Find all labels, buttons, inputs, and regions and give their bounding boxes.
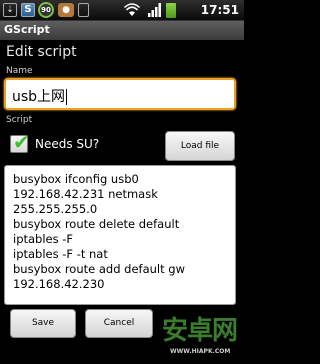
cancel-button[interactable]: Cancel (85, 309, 153, 338)
script-line: 192.168.42.230 (13, 277, 105, 291)
watermark-logo-text: 安卓网 (162, 316, 238, 346)
script-line: iptables -F -t nat (13, 247, 108, 261)
name-input[interactable]: usb上网 (4, 78, 236, 110)
device-icon (78, 3, 89, 17)
status-bar: ⇣ S 90 ● 17:51 (0, 0, 244, 21)
hiapk-watermark-logo: 安卓网 WWW.HIAPK.COM (160, 310, 240, 360)
page-title: Edit script (6, 44, 77, 60)
watermark-url: WWW.HIAPK.COM (170, 348, 231, 355)
needs-su-checkbox[interactable]: ✔ (10, 131, 30, 153)
script-line: 255.255.255.0 (13, 202, 98, 216)
name-label: Name (6, 66, 33, 76)
script-line: busybox route add default gw (13, 262, 185, 276)
status-time: 17:51 (200, 3, 239, 17)
cat-app-icon: ● (58, 3, 74, 17)
text-cursor (66, 89, 68, 105)
script-label: Script (6, 115, 33, 125)
script-line: iptables -F (13, 232, 74, 246)
checkmark-icon: ✔ (13, 130, 30, 154)
usb-icon: ⇣ (3, 3, 17, 17)
notification-count-icon: 90 (38, 2, 54, 18)
script-textarea[interactable]: busybox ifconfig usb0 192.168.42.231 net… (4, 165, 236, 305)
battery-icon (166, 3, 176, 18)
needs-su-label[interactable]: Needs SU? (35, 137, 99, 151)
s-app-icon: S (21, 3, 35, 17)
script-line: busybox ifconfig usb0 (13, 172, 139, 186)
script-line: busybox route delete default (13, 217, 180, 231)
save-button[interactable]: Save (10, 309, 76, 338)
load-file-button[interactable]: Load file (165, 131, 235, 161)
script-line: 192.168.42.231 netmask (13, 187, 158, 201)
wifi-icon (124, 3, 140, 16)
app-title: GScript (4, 23, 50, 36)
app-title-bar: GScript (0, 21, 244, 40)
name-input-value: usb上网 (12, 89, 66, 105)
signal-icon (148, 3, 161, 17)
